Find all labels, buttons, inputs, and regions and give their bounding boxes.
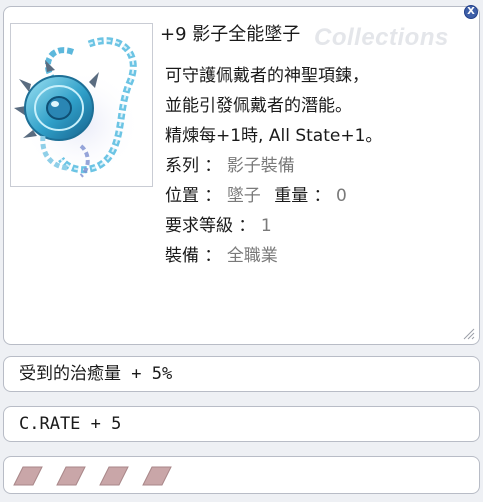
- collections-watermark: Collections: [314, 24, 449, 51]
- equip-row: 裝備 ： 全職業: [165, 241, 470, 271]
- weight-label: 重量 ：: [274, 186, 331, 206]
- close-icon[interactable]: X: [464, 5, 478, 19]
- level-value: 1: [260, 216, 272, 236]
- type-value: 影子裝備: [226, 156, 295, 176]
- type-row: 系列 ： 影子裝備: [165, 151, 470, 181]
- equip-value: 全職業: [226, 246, 278, 266]
- position-label: 位置 ：: [165, 186, 222, 206]
- weight-value: 0: [336, 186, 347, 206]
- equip-label: 裝備 ：: [165, 246, 222, 266]
- resize-grip-icon[interactable]: [461, 326, 475, 340]
- level-row: 要求等級 ： 1: [165, 211, 470, 241]
- bonus-healing-received: 受到的治癒量 + 5%: [3, 356, 480, 392]
- card-slot-icon[interactable]: [142, 466, 172, 486]
- position-weight-row: 位置 ： 墜子 重量 ： 0: [165, 181, 470, 211]
- type-label: 系列 ：: [165, 156, 222, 176]
- position-value: 墜子: [226, 186, 261, 206]
- item-info-panel: Collections +9 影子全能墜子 可守護佩戴者的神聖項鍊， 並能引發佩…: [3, 6, 480, 345]
- level-label: 要求等級 ：: [165, 216, 256, 236]
- card-slot-icon[interactable]: [56, 466, 86, 486]
- shadow-pendant-icon: [14, 37, 141, 179]
- card-slot-icon[interactable]: [13, 466, 43, 486]
- card-slots: [3, 456, 480, 494]
- item-tooltip-window: Collections +9 影子全能墜子 可守護佩戴者的神聖項鍊， 並能引發佩…: [0, 0, 483, 502]
- description-line: 精煉每+1時, All State+1。: [165, 126, 383, 146]
- item-title: +9 影子全能墜子: [160, 24, 301, 45]
- description-line: 並能引發佩戴者的潛能。: [165, 96, 352, 116]
- description-line: 可守護佩戴者的神聖項鍊，: [165, 66, 369, 86]
- card-slot-icon[interactable]: [99, 466, 129, 486]
- bonus-crit-rate: C.RATE + 5: [3, 406, 480, 442]
- item-description: 可守護佩戴者的神聖項鍊， 並能引發佩戴者的潛能。 精煉每+1時, All Sta…: [165, 61, 470, 271]
- item-image-box: [10, 23, 153, 187]
